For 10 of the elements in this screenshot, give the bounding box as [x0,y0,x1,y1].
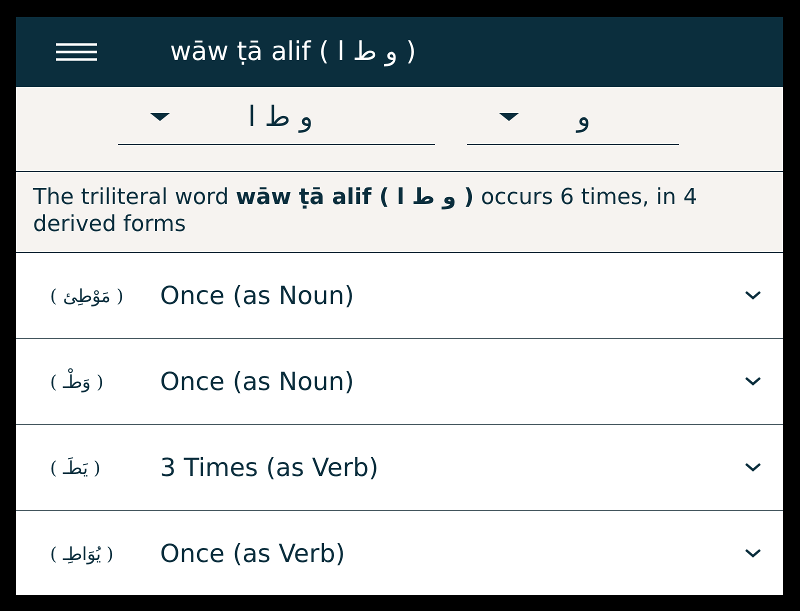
caret-icon [150,112,170,120]
arabic-word: ( يَطَـ ) [50,456,102,478]
menu-icon[interactable] [56,43,97,61]
page-title: wāw ṭā alif ( و ط ا ) [170,37,416,67]
caret-icon [499,112,519,120]
arabic-word: ( وَطْـ ) [50,370,160,392]
root-dropdown[interactable]: و [467,89,679,145]
arabic-word: ( يُوَاطِـ ) [50,542,114,564]
arabic-word: ( مَوْطِئ ) [50,284,124,306]
root-dropdown[interactable]: و ط ا [118,89,435,145]
